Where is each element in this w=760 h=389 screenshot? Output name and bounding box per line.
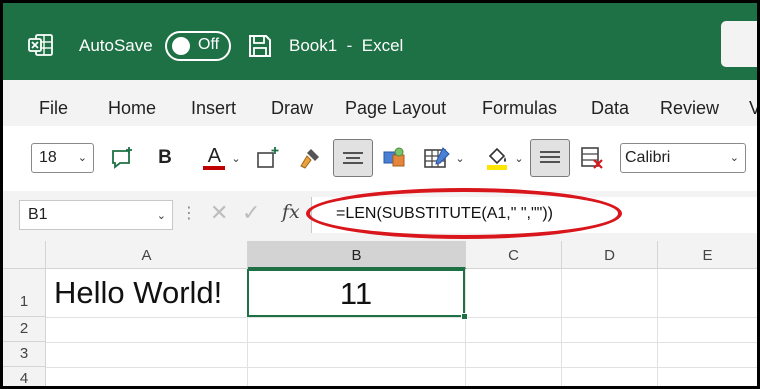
gridline — [465, 269, 466, 386]
bold-button[interactable]: B — [152, 139, 178, 177]
font-name-value: Calibri — [625, 149, 671, 166]
chevron-down-icon: ⌄ — [729, 152, 739, 164]
chevron-down-icon: ⌄ — [77, 152, 87, 164]
tab-view[interactable]: V — [749, 98, 757, 119]
clear-format-icon — [581, 147, 603, 169]
new-comment-button[interactable] — [107, 139, 137, 177]
3d-shapes-icon — [383, 147, 405, 167]
bold-icon: B — [158, 147, 172, 168]
3d-shapes-button[interactable] — [379, 139, 409, 177]
name-box[interactable]: B1 ⌄ — [19, 200, 173, 230]
autosave-toggle[interactable]: Off — [165, 31, 231, 61]
cell-a1[interactable]: Hello World! — [54, 275, 222, 311]
clear-format-button[interactable] — [577, 139, 607, 177]
tab-draw[interactable]: Draw — [271, 98, 313, 119]
chevron-down-icon: ⌄ — [231, 152, 241, 165]
font-color-icon: A — [203, 145, 226, 170]
save-icon[interactable] — [247, 33, 273, 59]
excel-window: AutoSave Off Book1 - Excel File Home Ins… — [3, 3, 757, 386]
worksheet-grid: A B C D E 1 2 3 4 Hello World! 11 — [3, 241, 757, 386]
select-all-corner[interactable] — [3, 241, 46, 269]
gridline — [561, 269, 562, 386]
format-table-button[interactable]: ⌄ — [419, 139, 469, 177]
align-justify-icon — [540, 151, 560, 163]
format-painter-icon — [300, 149, 319, 169]
row-header-3[interactable]: 3 — [3, 342, 46, 367]
tab-home[interactable]: Home — [108, 98, 156, 119]
more-options-icon[interactable]: ⋮ — [181, 203, 197, 223]
enter-check-icon[interactable]: ✓ — [242, 200, 260, 226]
formula-text: =LEN(SUBSTITUTE(A1," ","")) — [336, 205, 553, 222]
column-header-e[interactable]: E — [658, 241, 757, 269]
row-header-4[interactable]: 4 — [3, 367, 46, 386]
toggle-state-label: Off — [198, 36, 220, 53]
format-table-icon — [424, 147, 451, 168]
tab-data[interactable]: Data — [591, 98, 629, 119]
gridline — [657, 269, 658, 386]
fill-handle[interactable] — [461, 313, 468, 320]
row-header-1[interactable]: 1 — [3, 269, 46, 317]
tab-file[interactable]: File — [39, 98, 68, 119]
cell-b1-active[interactable]: 11 — [247, 269, 465, 317]
cancel-icon[interactable]: ✕ — [210, 200, 228, 226]
align-center-button[interactable] — [333, 139, 373, 177]
new-comment-icon — [112, 147, 132, 169]
document-title: Book1 - Excel — [289, 36, 404, 55]
excel-logo-icon — [28, 34, 53, 56]
align-justify-button[interactable] — [530, 139, 570, 177]
menu-bar: File Home Insert Draw Page Layout Formul… — [3, 80, 757, 126]
column-header-c[interactable]: C — [466, 241, 562, 269]
formula-bar: B1 ⌄ ⋮ ✕ ✓ fx =LEN(SUBSTITUTE(A1," ","")… — [3, 188, 757, 241]
gridline — [46, 342, 757, 343]
insert-cells-button[interactable] — [253, 139, 283, 177]
insert-function-icon[interactable]: fx — [282, 201, 300, 223]
format-painter-button[interactable] — [295, 139, 325, 177]
chevron-down-icon: ⌄ — [156, 210, 166, 222]
toggle-knob — [172, 37, 190, 55]
formula-input[interactable]: =LEN(SUBSTITUTE(A1," ","")) — [311, 197, 757, 233]
column-header-d[interactable]: D — [562, 241, 658, 269]
column-header-a[interactable]: A — [46, 241, 248, 269]
fill-color-button[interactable]: ⌄ — [479, 139, 529, 177]
insert-cells-icon — [257, 147, 279, 168]
tab-page-layout[interactable]: Page Layout — [345, 98, 446, 119]
gridline — [46, 317, 757, 318]
fill-color-icon — [487, 147, 508, 170]
font-color-swatch — [203, 166, 226, 170]
screenshot-frame: AutoSave Off Book1 - Excel File Home Ins… — [0, 0, 760, 389]
row-header-2[interactable]: 2 — [3, 317, 46, 342]
tab-insert[interactable]: Insert — [191, 98, 236, 119]
title-bar: AutoSave Off Book1 - Excel — [3, 3, 757, 80]
font-size-select[interactable]: 18 ⌄ — [31, 143, 94, 173]
chevron-down-icon: ⌄ — [514, 152, 524, 165]
font-color-letter: A — [207, 145, 222, 167]
search-box[interactable] — [721, 21, 757, 67]
tab-formulas[interactable]: Formulas — [482, 98, 557, 119]
autosave-label: AutoSave — [79, 36, 153, 55]
tab-review[interactable]: Review — [660, 98, 719, 119]
gridline — [46, 367, 757, 368]
column-header-b[interactable]: B — [248, 241, 466, 269]
font-name-select[interactable]: Calibri ⌄ — [620, 143, 746, 173]
font-color-button[interactable]: A ⌄ — [197, 139, 247, 177]
align-center-icon — [343, 152, 363, 164]
name-box-value: B1 — [28, 206, 48, 223]
chevron-down-icon: ⌄ — [455, 152, 465, 165]
font-size-value: 18 — [39, 149, 57, 166]
ribbon-toolbar: 18 ⌄ B A ⌄ ⌄ ⌄ Calibri ⌄ — [17, 127, 757, 190]
